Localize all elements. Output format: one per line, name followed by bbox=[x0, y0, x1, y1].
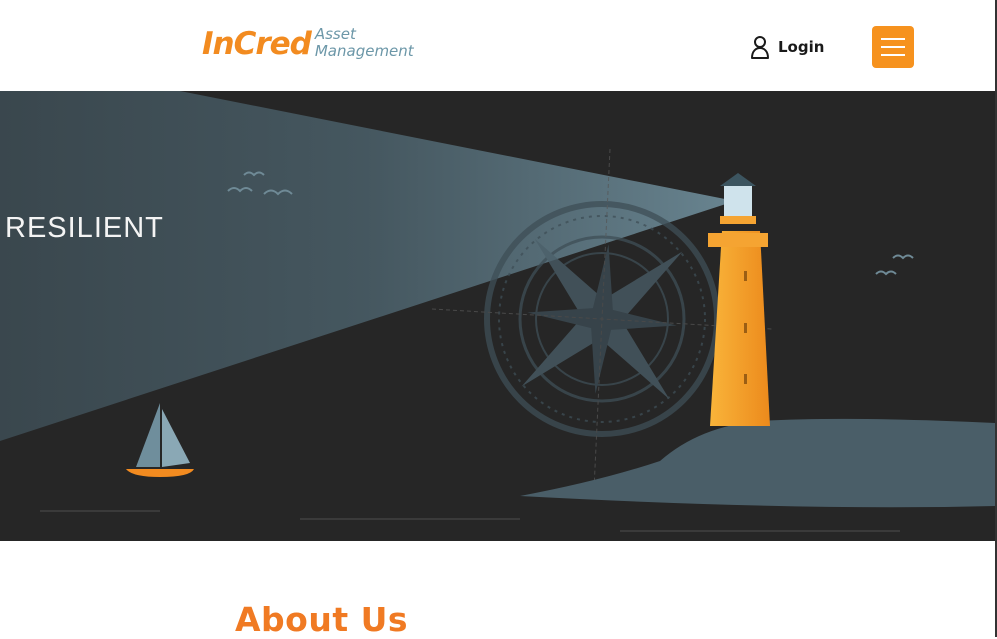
logo-subtitle-line1: Asset bbox=[314, 25, 356, 43]
light-beam bbox=[0, 91, 735, 441]
incred-logo[interactable]: InCred Asset Management bbox=[202, 24, 414, 64]
logo-wordmark: InCred bbox=[202, 26, 312, 62]
login-label: Login bbox=[778, 38, 825, 56]
menu-button[interactable] bbox=[872, 26, 914, 68]
login-link[interactable]: Login bbox=[750, 35, 824, 59]
hero-headline: RESILIENT bbox=[5, 212, 164, 244]
hamburger-icon-bar-top bbox=[881, 38, 905, 40]
logo-subtitle: Asset Management bbox=[315, 26, 414, 60]
about-us-heading: About Us bbox=[235, 600, 409, 639]
hamburger-icon-bar-bottom bbox=[881, 54, 905, 56]
site-header: InCred Asset Management Login bbox=[0, 0, 997, 91]
water-ripples bbox=[40, 510, 900, 532]
logo-subtitle-line2: Management bbox=[314, 42, 414, 60]
hero-illustration bbox=[0, 91, 995, 532]
user-icon bbox=[751, 36, 769, 59]
hamburger-icon-bar-middle bbox=[881, 46, 905, 48]
sailboat bbox=[126, 403, 194, 477]
hero-banner: RESILIENT bbox=[0, 91, 995, 541]
